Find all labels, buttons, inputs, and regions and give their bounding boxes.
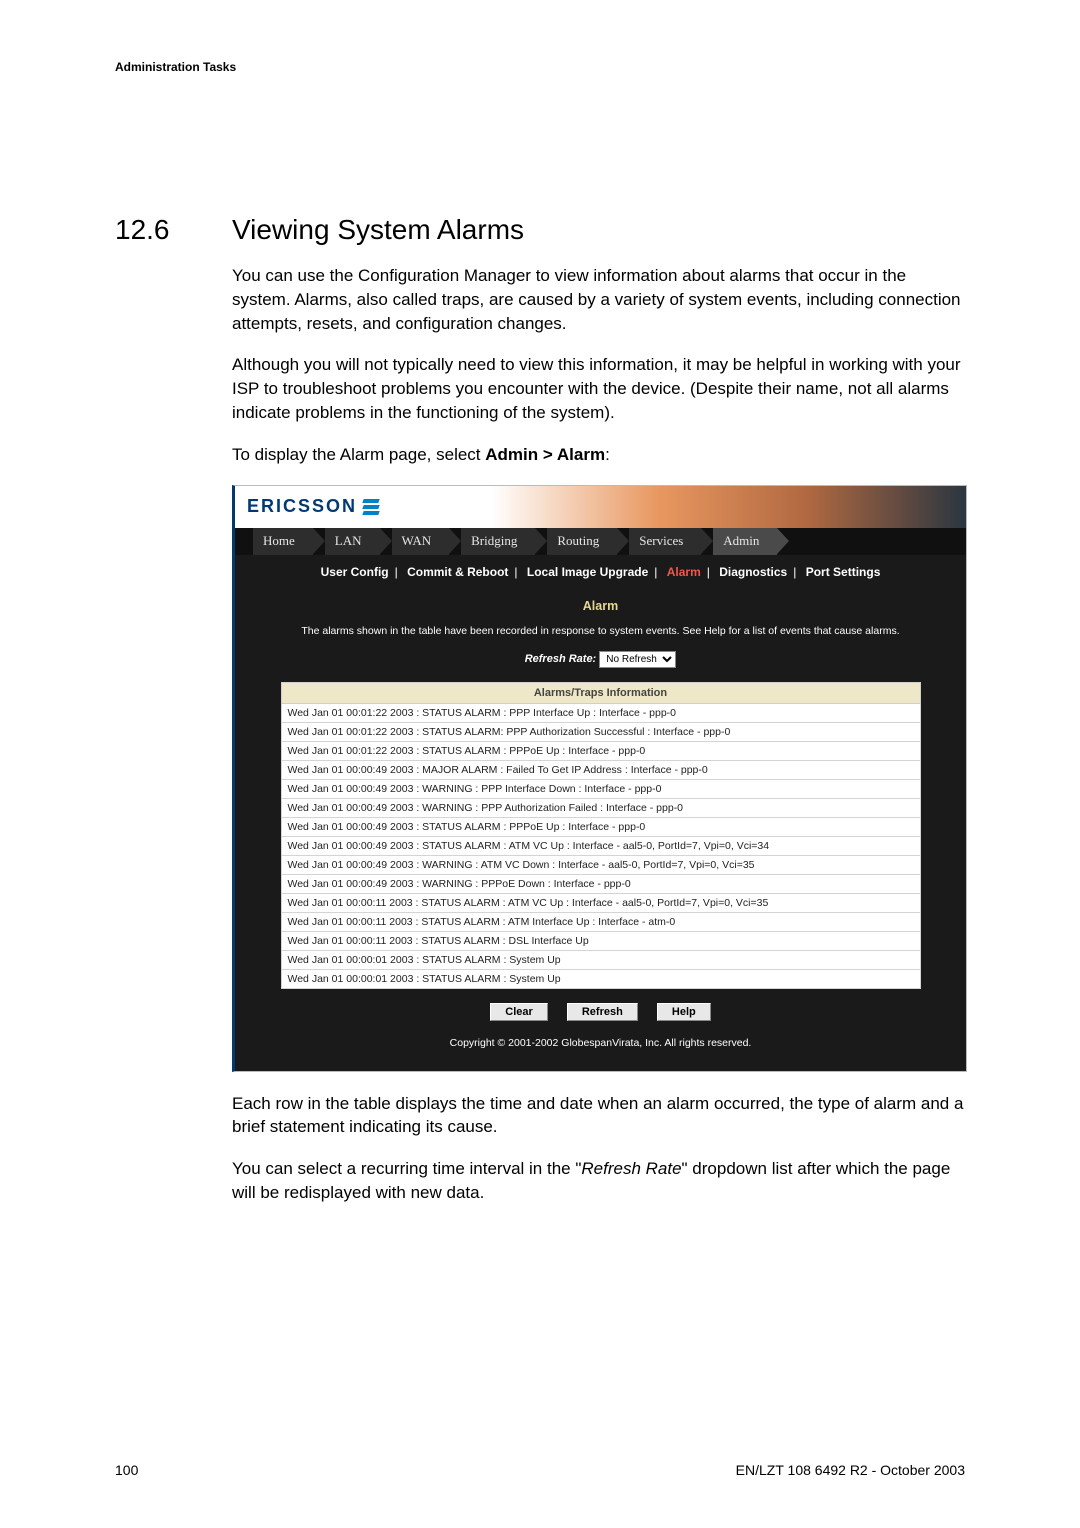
tab-routing[interactable]: Routing	[547, 528, 617, 555]
subnav-alarm[interactable]: Alarm	[663, 565, 705, 579]
secondary-nav: User Config| Commit & Reboot| Local Imag…	[235, 555, 966, 591]
brand-logo-icon	[363, 499, 379, 515]
subnav-separator: |	[791, 565, 798, 579]
panel-description: The alarms shown in the table have been …	[253, 617, 948, 647]
table-row: Wed Jan 01 00:00:11 2003 : STATUS ALARM …	[281, 912, 920, 931]
paragraph-3-suffix: :	[605, 445, 610, 464]
subnav-port-settings[interactable]: Port Settings	[802, 565, 885, 579]
table-row: Wed Jan 01 00:00:49 2003 : WARNING : ATM…	[281, 855, 920, 874]
paragraph-3-bold: Admin > Alarm	[485, 445, 605, 464]
paragraph-5-italic: Refresh Rate	[581, 1159, 681, 1178]
subnav-diagnostics[interactable]: Diagnostics	[715, 565, 791, 579]
footer-doc-id: EN/LZT 108 6492 R2 - October 2003	[736, 1462, 965, 1478]
table-row: Wed Jan 01 00:00:49 2003 : WARNING : PPP…	[281, 798, 920, 817]
table-row: Wed Jan 01 00:01:22 2003 : STATUS ALARM …	[281, 741, 920, 760]
subnav-separator: |	[652, 565, 659, 579]
copyright-text: Copyright © 2001-2002 GlobespanVirata, I…	[253, 1027, 948, 1057]
paragraph-1: You can use the Configuration Manager to…	[232, 264, 965, 335]
alarm-table-body: Wed Jan 01 00:01:22 2003 : STATUS ALARM …	[281, 703, 920, 988]
page-header: Administration Tasks	[115, 60, 965, 74]
paragraph-5-a: You can select a recurring time interval…	[232, 1159, 581, 1178]
table-row: Wed Jan 01 00:00:01 2003 : STATUS ALARM …	[281, 969, 920, 988]
section-number: 12.6	[115, 214, 232, 246]
logo-bar: ERICSSON	[235, 486, 966, 528]
embedded-screenshot: ERICSSON Home LAN WAN Bridging Routing S…	[232, 485, 967, 1072]
paragraph-2: Although you will not typically need to …	[232, 353, 965, 424]
tab-home[interactable]: Home	[253, 528, 313, 555]
table-row: Wed Jan 01 00:00:49 2003 : WARNING : PPP…	[281, 874, 920, 893]
paragraph-3: To display the Alarm page, select Admin …	[232, 443, 965, 467]
table-row: Wed Jan 01 00:00:11 2003 : STATUS ALARM …	[281, 893, 920, 912]
subnav-separator: |	[393, 565, 400, 579]
alarm-table-header: Alarms/Traps Information	[281, 682, 920, 703]
tab-lan[interactable]: LAN	[325, 528, 380, 555]
subnav-commit-reboot[interactable]: Commit & Reboot	[403, 565, 512, 579]
table-row: Wed Jan 01 00:01:22 2003 : STATUS ALARM …	[281, 703, 920, 722]
help-button[interactable]: Help	[657, 1003, 711, 1021]
tab-wan[interactable]: WAN	[392, 528, 450, 555]
subnav-separator: |	[512, 565, 519, 579]
paragraph-5: You can select a recurring time interval…	[232, 1157, 965, 1205]
paragraph-3-prefix: To display the Alarm page, select	[232, 445, 485, 464]
brand-logo: ERICSSON	[247, 496, 357, 517]
clear-button[interactable]: Clear	[490, 1003, 548, 1021]
table-row: Wed Jan 01 00:00:49 2003 : STATUS ALARM …	[281, 836, 920, 855]
subnav-separator: |	[705, 565, 712, 579]
table-row: Wed Jan 01 00:01:22 2003 : STATUS ALARM:…	[281, 722, 920, 741]
subnav-local-image-upgrade[interactable]: Local Image Upgrade	[523, 565, 652, 579]
page-number: 100	[115, 1462, 138, 1478]
table-row: Wed Jan 01 00:00:49 2003 : MAJOR ALARM :…	[281, 760, 920, 779]
table-row: Wed Jan 01 00:00:49 2003 : STATUS ALARM …	[281, 817, 920, 836]
tab-admin[interactable]: Admin	[713, 528, 777, 555]
subnav-user-config[interactable]: User Config	[317, 565, 393, 579]
table-row: Wed Jan 01 00:00:11 2003 : STATUS ALARM …	[281, 931, 920, 950]
tab-bridging[interactable]: Bridging	[461, 528, 535, 555]
refresh-rate-label: Refresh Rate:	[525, 653, 597, 665]
table-row: Wed Jan 01 00:00:01 2003 : STATUS ALARM …	[281, 950, 920, 969]
alarm-table: Alarms/Traps Information Wed Jan 01 00:0…	[281, 682, 921, 989]
table-row: Wed Jan 01 00:00:49 2003 : WARNING : PPP…	[281, 779, 920, 798]
paragraph-4: Each row in the table displays the time …	[232, 1092, 965, 1140]
section-title: Viewing System Alarms	[232, 214, 524, 246]
primary-nav: Home LAN WAN Bridging Routing Services A…	[235, 528, 966, 555]
tab-services[interactable]: Services	[629, 528, 701, 555]
panel-title: Alarm	[253, 591, 948, 617]
refresh-rate-select[interactable]: No Refresh	[599, 651, 676, 668]
refresh-button[interactable]: Refresh	[567, 1003, 638, 1021]
